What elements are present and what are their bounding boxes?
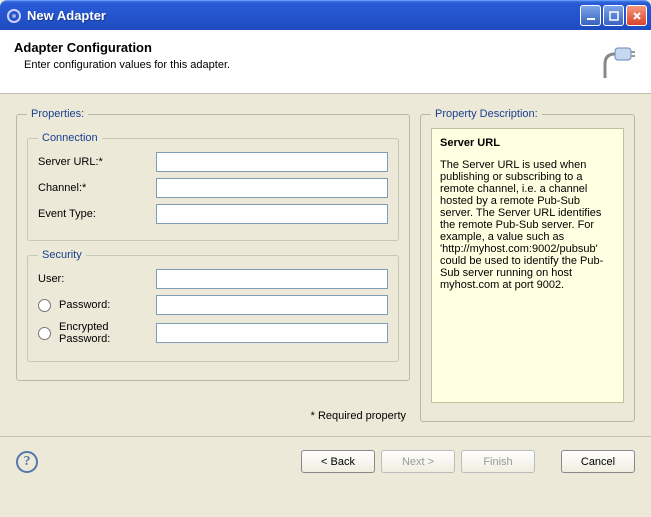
connection-group: Connection Server URL:* Channel:* Event … [27, 132, 399, 241]
adapter-icon [595, 42, 639, 89]
security-group: Security User: Password: Encrypted Passw [27, 249, 399, 362]
finish-button[interactable]: Finish [461, 450, 535, 473]
password-label-text: Password: [59, 299, 110, 311]
property-description-body: Server URL The Server URL is used when p… [431, 128, 624, 403]
server-url-input[interactable] [156, 152, 388, 172]
event-type-input[interactable] [156, 204, 388, 224]
encrypted-password-input[interactable] [156, 323, 388, 343]
dialog-footer: ? < Back Next > Finish Cancel [0, 436, 651, 486]
cancel-button[interactable]: Cancel [561, 450, 635, 473]
close-button[interactable] [626, 5, 647, 26]
dialog-header: Adapter Configuration Enter configuratio… [0, 30, 651, 94]
encrypted-radio-label: Encrypted Password: [38, 321, 156, 345]
encrypted-label-text: Encrypted Password: [59, 321, 156, 345]
properties-legend: Properties: [27, 108, 88, 120]
window-title: New Adapter [27, 8, 580, 23]
password-radio-label: Password: [38, 299, 156, 312]
security-legend: Security [38, 249, 86, 261]
description-title: Server URL [440, 137, 615, 149]
user-label: User: [38, 273, 156, 285]
event-type-label: Event Type: [38, 208, 156, 220]
description-text: The Server URL is used when publishing o… [440, 159, 615, 291]
content-area: Properties: Connection Server URL:* Chan… [0, 94, 651, 436]
page-title: Adapter Configuration [14, 40, 637, 55]
app-icon [6, 8, 22, 24]
password-input[interactable] [156, 295, 388, 315]
required-note: * Required property [16, 410, 410, 422]
user-input[interactable] [156, 269, 388, 289]
password-radio[interactable] [38, 299, 51, 312]
property-description-group: Property Description: Server URL The Ser… [420, 108, 635, 422]
maximize-button[interactable] [603, 5, 624, 26]
page-subtitle: Enter configuration values for this adap… [14, 59, 637, 71]
back-button[interactable]: < Back [301, 450, 375, 473]
next-button[interactable]: Next > [381, 450, 455, 473]
titlebar[interactable]: New Adapter [0, 0, 651, 30]
property-description-legend: Property Description: [431, 108, 542, 120]
encrypted-password-radio[interactable] [38, 327, 51, 340]
window-controls [580, 5, 647, 26]
help-button[interactable]: ? [16, 451, 38, 473]
help-icon-glyph: ? [24, 454, 31, 470]
channel-label: Channel:* [38, 182, 156, 194]
channel-input[interactable] [156, 178, 388, 198]
properties-group: Properties: Connection Server URL:* Chan… [16, 108, 410, 381]
server-url-label: Server URL:* [38, 156, 156, 168]
connection-legend: Connection [38, 132, 102, 144]
minimize-button[interactable] [580, 5, 601, 26]
